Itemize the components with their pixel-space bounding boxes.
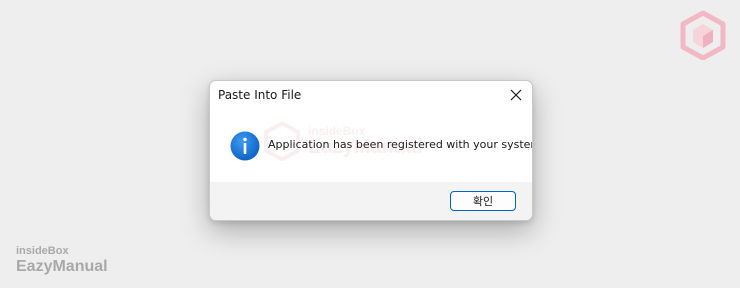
watermark-small-text: insideBox	[16, 245, 69, 257]
dialog-message: Application has been registered with you…	[268, 138, 533, 151]
watermark-big-text: EazyManual	[16, 258, 108, 275]
ok-button[interactable]: 확인	[450, 191, 516, 211]
brand-logo-icon	[680, 10, 726, 60]
dialog-titlebar: Paste Into File	[210, 81, 532, 109]
close-icon	[510, 89, 522, 101]
watermark-bottom-left: insideBox EazyManual	[16, 246, 108, 275]
dialog-title: Paste Into File	[218, 88, 302, 102]
dialog-content: Application has been registered with you…	[210, 109, 532, 182]
close-button[interactable]	[504, 83, 528, 107]
info-icon	[230, 131, 260, 161]
message-dialog: Paste Into File Application has been reg…	[209, 80, 533, 221]
dialog-footer: 확인	[210, 182, 532, 220]
